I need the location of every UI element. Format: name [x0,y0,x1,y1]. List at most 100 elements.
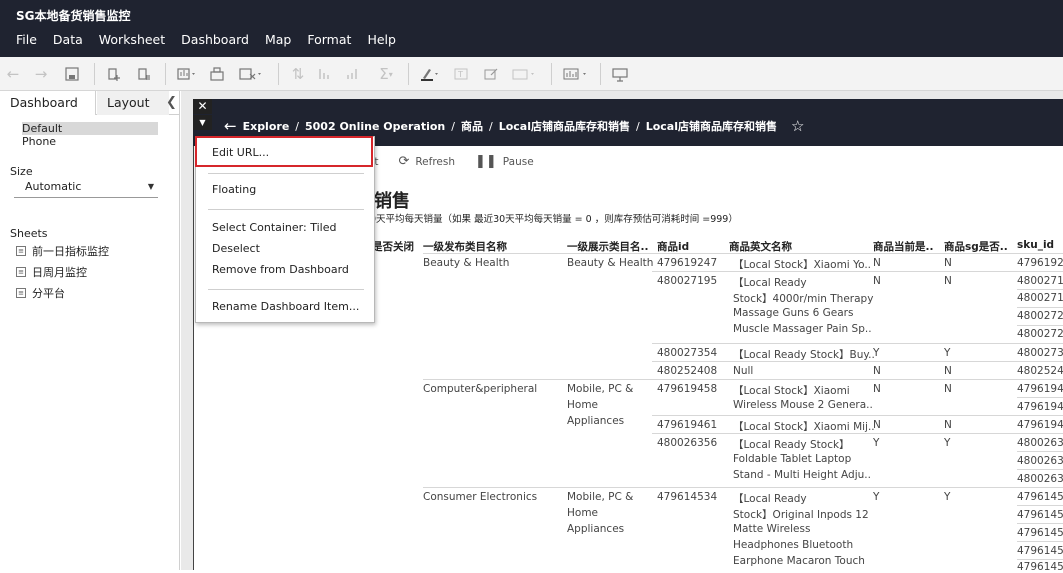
menu-item-rename[interactable]: Rename Dashboard Item... [212,300,359,313]
table-cell: Y [944,491,951,503]
menu-worksheet[interactable]: Worksheet [91,31,173,51]
table-cell: Computer&peripheral [423,383,538,395]
fit-icon[interactable] [509,63,539,85]
refresh-button[interactable]: Refresh [415,156,455,168]
embedded-toolbar: rt ⟳ Refresh ❚❚ Pause [370,154,534,169]
size-select[interactable]: Automatic ▼ [14,180,158,198]
undo-icon[interactable]: ← [5,63,21,85]
row-divider [652,433,1063,434]
breadcrumb-item[interactable]: Local店铺商品库存和销售 [499,118,630,134]
table-cell: 【Local Ready Stock】 [733,439,850,451]
refresh-icon[interactable]: ⟳ [398,154,409,169]
show-me-icon[interactable] [560,63,592,85]
text-label-icon[interactable]: T [451,63,471,85]
table-cell: Y [873,491,880,503]
new-datasource-icon[interactable] [104,63,124,85]
menu-item-deselect[interactable]: Deselect [212,242,260,255]
table-cell: Home [567,399,599,411]
sort-descending-icon[interactable] [343,63,363,85]
menu-help[interactable]: Help [359,31,404,51]
pause-button[interactable]: Pause [503,156,534,168]
row-divider [652,271,1063,272]
column-header[interactable]: 商品id [657,239,689,254]
star-icon[interactable]: ☆ [791,117,804,135]
table-cell: Mobile, PC & [567,383,634,395]
sheets-label: Sheets [10,227,48,240]
table-cell: Appliances [567,415,625,427]
redo-icon[interactable]: → [33,63,49,85]
table-cell: N [944,419,952,431]
column-header[interactable]: 是否关闭 [372,239,414,254]
row-divider [652,415,1063,416]
device-phone[interactable]: Phone [22,135,158,148]
table-cell: 4796145 [1017,491,1063,503]
breadcrumb-item[interactable]: 商品 [461,118,483,134]
back-arrow-icon[interactable]: ← [224,117,237,135]
menu-dashboard[interactable]: Dashboard [173,31,257,51]
sheet-item[interactable]: ≡ 分平台 [16,285,65,301]
sort-ascending-icon[interactable] [315,63,335,85]
menu-file[interactable]: File [0,31,45,51]
sheet-icon: ≡ [16,246,26,256]
toolbar-separator [408,63,409,85]
menu-item-floating[interactable]: Floating [212,183,256,196]
device-default[interactable]: Default [22,122,158,135]
column-header[interactable]: 一级展示类目名.. [567,239,648,254]
table-cell: 4800271 [1017,292,1063,304]
menu-separator [208,289,364,290]
pause-icon[interactable]: ❚❚ [475,154,497,169]
tab-dashboard[interactable]: Dashboard [0,91,96,115]
tab-layout[interactable]: Layout [97,91,169,115]
toolbar: ← → ⇅ Σ ▾ T [0,57,1063,91]
presentation-icon[interactable] [609,63,631,85]
new-worksheet-icon[interactable] [174,63,200,85]
column-header[interactable]: 一级发布类目名称 [423,239,507,254]
table-cell: 480026356 [657,437,718,449]
table-cell: 4796192 [1017,257,1063,269]
column-header[interactable]: sku_id [1017,239,1054,251]
column-header[interactable]: 商品sg是否.. [944,239,1008,254]
breadcrumb-item[interactable]: 5002 Online Operation [305,120,445,133]
row-divider [1017,469,1063,470]
totals-icon[interactable]: Σ ▾ [373,63,399,85]
table-cell: N [873,275,881,287]
pause-updates-icon[interactable] [134,63,154,85]
menu-item-remove[interactable]: Remove from Dashboard [212,263,349,276]
sheet-item[interactable]: ≡ 日周月监控 [16,264,87,280]
table-cell: 【Local Stock】Xiaomi Mij.. [733,421,875,433]
dashboard-side-panel: Dashboard Layout ❮ Default Phone Size Au… [0,91,180,570]
breadcrumb-item[interactable]: Local店铺商品库存和销售 [646,118,777,134]
more-options-icon[interactable]: ▼ [193,115,212,130]
menu-item-select-container[interactable]: Select Container: Tiled [212,221,336,234]
menu-map[interactable]: Map [257,31,299,51]
duplicate-icon[interactable] [207,63,227,85]
table-cell: 4802524 [1017,365,1063,377]
menu-format[interactable]: Format [299,31,359,51]
breadcrumb-item[interactable]: Explore [243,120,290,133]
swap-icon[interactable]: ⇅ [288,63,308,85]
row-divider [423,253,1063,254]
highlight-icon[interactable] [417,63,443,85]
toolbar-separator [551,63,552,85]
column-header[interactable]: 商品当前是.. [873,239,933,254]
table-cell: Beauty & Health [423,257,510,269]
sheet-item[interactable]: ≡ 前一日指标监控 [16,243,109,259]
collapse-panel-icon[interactable]: ❮ [166,95,177,110]
table-cell: Stock】4000r/min Therapy [733,293,874,305]
save-icon[interactable] [62,63,82,85]
table-cell: 4796145 [1017,561,1063,573]
table-cell: 480027354 [657,347,718,359]
table-cell: 4796145 [1017,527,1063,539]
table-cell: N [944,257,952,269]
row-divider [1017,541,1063,542]
menu-data[interactable]: Data [45,31,91,51]
clear-sheet-icon[interactable] [236,63,266,85]
table-cell: 480252408 [657,365,718,377]
column-header[interactable]: 商品英文名称 [729,239,792,254]
toolbar-separator [600,63,601,85]
remove-object-icon[interactable]: ✕ [193,99,212,114]
table-cell: Home [567,507,599,519]
annotate-icon[interactable] [481,63,501,85]
table-cell: Stand - Multi Height Adju.. [733,469,871,481]
table-cell: N [873,383,881,395]
